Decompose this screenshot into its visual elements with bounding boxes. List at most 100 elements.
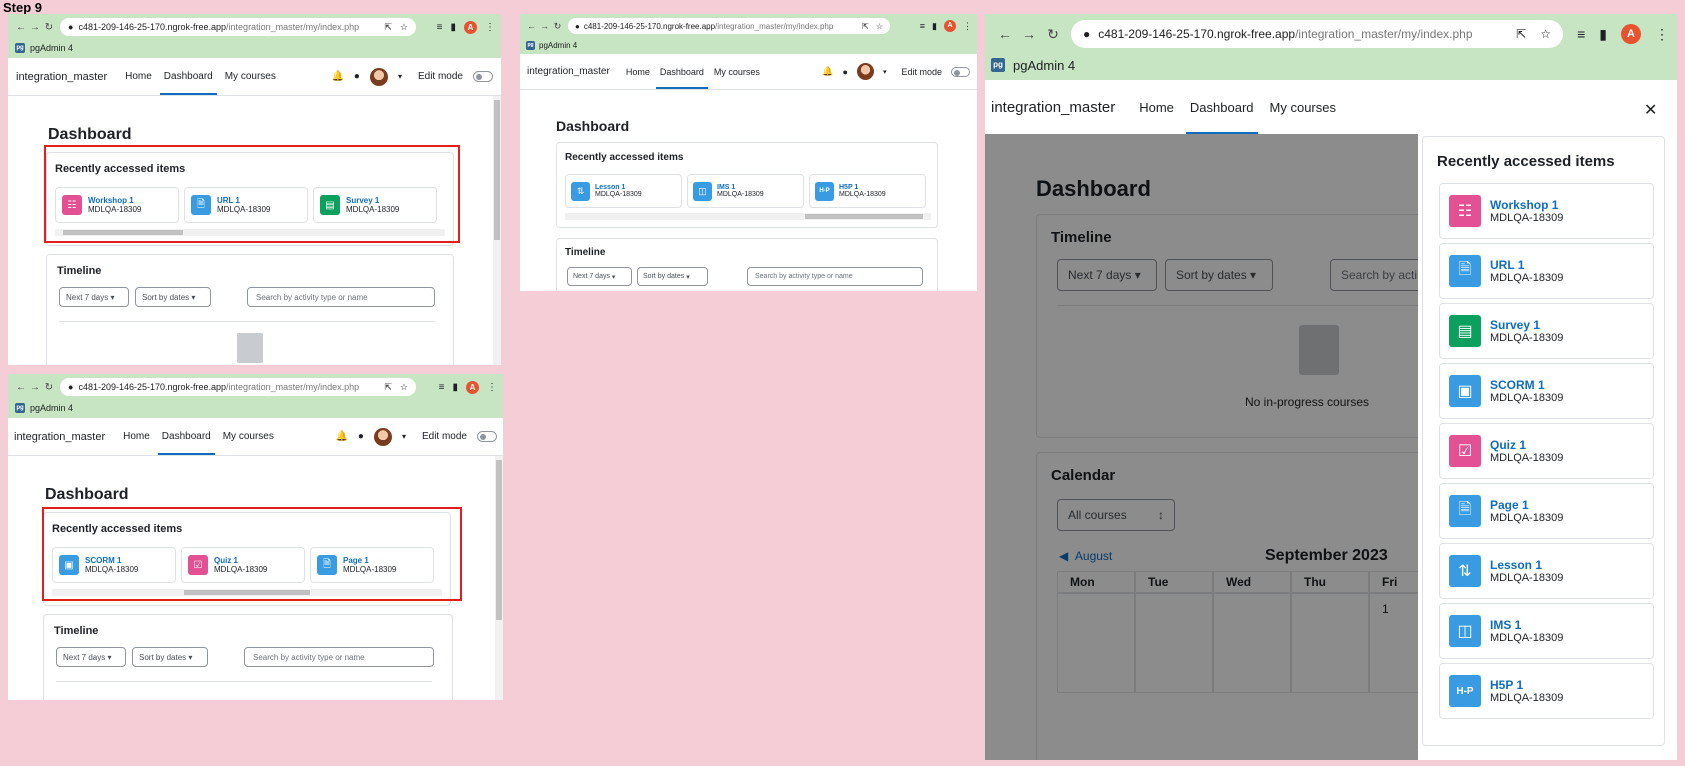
user-avatar[interactable] bbox=[369, 67, 388, 86]
address-bar[interactable]: ● c481-209-146-25-170.ngrok-free.app/int… bbox=[1071, 20, 1563, 48]
recent-item-h5p[interactable]: H-P H5P 1 MDLQA-18309 bbox=[809, 174, 926, 208]
site-name[interactable]: integration_master bbox=[527, 66, 610, 77]
bookmark-pgadmin[interactable]: pg pgAdmin 4 bbox=[985, 54, 1677, 76]
timeline-search-input[interactable]: Search by activity type or name bbox=[747, 267, 923, 286]
vertical-scrollbar[interactable] bbox=[493, 96, 501, 365]
recent-item-ims[interactable]: ◫ IMS 1 MDLQA-18309 bbox=[687, 174, 804, 208]
back-icon[interactable]: ← bbox=[993, 26, 1017, 42]
forward-icon[interactable]: → bbox=[1017, 26, 1041, 42]
user-avatar[interactable] bbox=[856, 63, 874, 80]
item-name[interactable]: Lesson 1 bbox=[595, 184, 642, 191]
back-icon[interactable]: ← bbox=[14, 382, 28, 393]
menu-icon[interactable]: ⋮ bbox=[487, 382, 497, 393]
nav-my-courses[interactable]: My courses bbox=[225, 71, 276, 82]
reload-icon[interactable]: ↻ bbox=[42, 382, 56, 393]
sidepanel-icon[interactable]: ▮ bbox=[452, 382, 458, 393]
star-icon[interactable]: ☆ bbox=[876, 22, 883, 31]
bell-icon[interactable]: 🔔 bbox=[335, 431, 347, 442]
star-icon[interactable]: ☆ bbox=[400, 382, 408, 393]
vertical-scrollbar[interactable] bbox=[495, 456, 503, 700]
filter-sort-select[interactable]: Sort by dates ▾ bbox=[135, 287, 211, 307]
chevron-down-icon[interactable]: ▾ bbox=[398, 72, 402, 81]
nav-my-courses[interactable]: My courses bbox=[714, 67, 760, 77]
bookmark-pgadmin[interactable]: pg pgAdmin 4 bbox=[8, 400, 503, 416]
edit-mode-toggle[interactable] bbox=[951, 66, 970, 77]
recent-item-quiz[interactable]: ☑ Quiz 1 MDLQA-18309 bbox=[1439, 423, 1654, 479]
menu-icon[interactable]: ⋮ bbox=[485, 22, 495, 33]
media-icon[interactable]: ≡ bbox=[437, 22, 443, 33]
star-icon[interactable]: ☆ bbox=[400, 22, 408, 33]
item-name[interactable]: SCORM 1 bbox=[1490, 378, 1563, 392]
chat-icon[interactable]: ● bbox=[358, 431, 364, 442]
nav-home[interactable]: Home bbox=[626, 67, 650, 77]
bell-icon[interactable]: 🔔 bbox=[822, 66, 833, 77]
forward-icon[interactable]: → bbox=[28, 22, 42, 33]
filter-sort-select[interactable]: Sort by dates ▾ bbox=[132, 647, 208, 667]
item-name[interactable]: Lesson 1 bbox=[1490, 558, 1563, 572]
nav-my-courses[interactable]: My courses bbox=[223, 431, 274, 442]
site-name[interactable]: integration_master bbox=[14, 431, 105, 443]
filter-days-select[interactable]: Next 7 days ▾ bbox=[567, 267, 632, 286]
recent-item-lesson[interactable]: ⇅ Lesson 1 MDLQA-18309 bbox=[1439, 543, 1654, 599]
chat-icon[interactable]: ● bbox=[843, 67, 848, 77]
page-overlay[interactable] bbox=[985, 134, 1418, 760]
sidepanel-icon[interactable]: ▮ bbox=[1599, 26, 1607, 43]
item-name[interactable]: IMS 1 bbox=[1490, 618, 1563, 632]
chevron-down-icon[interactable]: ▾ bbox=[402, 432, 406, 441]
recent-item-url[interactable]: 🗎 URL 1 MDLQA-18309 bbox=[1439, 243, 1654, 299]
profile-avatar[interactable]: A bbox=[464, 20, 477, 34]
user-avatar[interactable] bbox=[373, 427, 392, 446]
share-icon[interactable]: ⇱ bbox=[1516, 27, 1526, 41]
edit-mode-toggle[interactable] bbox=[477, 431, 497, 442]
nav-dashboard[interactable]: Dashboard bbox=[159, 58, 217, 95]
nav-home[interactable]: Home bbox=[123, 431, 150, 442]
chevron-down-icon[interactable]: ▾ bbox=[883, 68, 887, 76]
recent-item-h5p[interactable]: H-P H5P 1 MDLQA-18309 bbox=[1439, 663, 1654, 719]
address-bar[interactable]: ● c481-209-146-25-170.ngrok-free.app/int… bbox=[60, 378, 416, 396]
site-name[interactable]: integration_master bbox=[991, 99, 1115, 116]
address-bar[interactable]: ● c481-209-146-25-170.ngrok-free.app/int… bbox=[568, 18, 890, 34]
sidepanel-icon[interactable]: ▮ bbox=[932, 21, 937, 32]
profile-avatar[interactable]: A bbox=[466, 380, 479, 394]
nav-dashboard[interactable]: Dashboard bbox=[157, 418, 215, 455]
media-icon[interactable]: ≡ bbox=[920, 21, 925, 31]
filter-days-select[interactable]: Next 7 days ▾ bbox=[56, 647, 126, 667]
item-name[interactable]: Page 1 bbox=[1490, 498, 1563, 512]
bell-icon[interactable]: 🔔 bbox=[331, 71, 343, 82]
reload-icon[interactable]: ↻ bbox=[1041, 26, 1065, 43]
back-icon[interactable]: ← bbox=[14, 22, 28, 33]
bookmark-pgadmin[interactable]: pg pgAdmin 4 bbox=[520, 38, 977, 53]
menu-icon[interactable]: ⋮ bbox=[1655, 26, 1669, 43]
forward-icon[interactable]: → bbox=[538, 21, 551, 31]
media-icon[interactable]: ≡ bbox=[1577, 26, 1585, 42]
recent-item-workshop[interactable]: ☷ Workshop 1 MDLQA-18309 bbox=[1439, 183, 1654, 239]
nav-home[interactable]: Home bbox=[125, 71, 152, 82]
bookmark-pgadmin[interactable]: pg pgAdmin 4 bbox=[8, 40, 501, 56]
star-icon[interactable]: ☆ bbox=[1540, 27, 1551, 41]
reload-icon[interactable]: ↻ bbox=[551, 21, 564, 32]
timeline-search-input[interactable]: Search by activity type or name bbox=[244, 647, 434, 667]
recent-item-ims[interactable]: ◫ IMS 1 MDLQA-18309 bbox=[1439, 603, 1654, 659]
timeline-search-input[interactable]: Search by activity type or name bbox=[247, 287, 435, 307]
nav-my-courses[interactable]: My courses bbox=[1270, 100, 1336, 115]
share-icon[interactable]: ⇱ bbox=[384, 22, 392, 33]
filter-days-select[interactable]: Next 7 days ▾ bbox=[59, 287, 129, 307]
item-name[interactable]: Quiz 1 bbox=[1490, 438, 1563, 452]
menu-icon[interactable]: ⋮ bbox=[963, 21, 972, 32]
share-icon[interactable]: ⇱ bbox=[862, 22, 869, 31]
share-icon[interactable]: ⇱ bbox=[384, 382, 392, 393]
nav-home[interactable]: Home bbox=[1139, 100, 1174, 115]
recent-item-scorm[interactable]: ▣ SCORM 1 MDLQA-18309 bbox=[1439, 363, 1654, 419]
item-name[interactable]: URL 1 bbox=[1490, 258, 1563, 272]
item-name[interactable]: Workshop 1 bbox=[1490, 198, 1563, 212]
profile-avatar[interactable]: A bbox=[1621, 24, 1641, 44]
nav-dashboard[interactable]: Dashboard bbox=[1185, 80, 1258, 134]
item-name[interactable]: H5P 1 bbox=[839, 184, 886, 191]
item-name[interactable]: IMS 1 bbox=[717, 184, 764, 191]
item-name[interactable]: Survey 1 bbox=[1490, 318, 1563, 332]
profile-avatar[interactable]: A bbox=[944, 20, 956, 32]
filter-sort-select[interactable]: Sort by dates ▾ bbox=[637, 267, 708, 286]
back-icon[interactable]: ← bbox=[525, 21, 538, 31]
edit-mode-toggle[interactable] bbox=[473, 71, 493, 82]
media-icon[interactable]: ≡ bbox=[439, 382, 445, 393]
